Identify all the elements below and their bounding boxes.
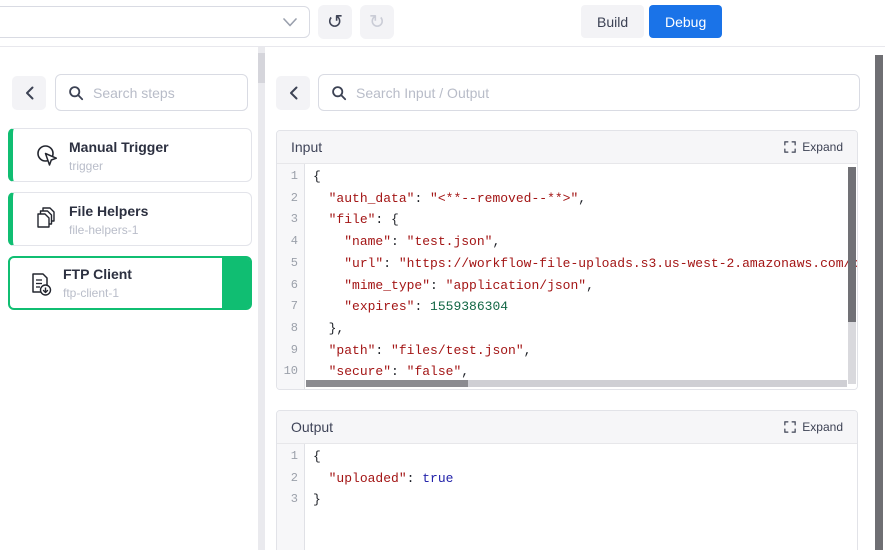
- debug-panel: Input Expand 1{2 "auth_data": "<**--remo…: [270, 47, 870, 550]
- step-subtitle: ftp-client-1: [63, 286, 132, 300]
- line-number: 6: [277, 275, 305, 297]
- line-number: 3: [277, 209, 305, 231]
- line-number: 9: [277, 340, 305, 362]
- output-code-editor: 1{2 "uploaded": true3}: [277, 444, 857, 550]
- chevron-down-icon: [283, 18, 297, 27]
- input-section: Input Expand 1{2 "auth_data": "<**--remo…: [276, 130, 858, 390]
- redo-button[interactable]: ↻: [360, 5, 394, 39]
- code-line: 2 "uploaded": true: [277, 468, 857, 490]
- code-line: 3 "file": {: [277, 209, 857, 231]
- panel-vertical-scrollbar[interactable]: [875, 55, 883, 550]
- code-line: 3}: [277, 489, 857, 511]
- chevron-left-icon: [25, 86, 34, 100]
- output-code-lines: 1{2 "uploaded": true3}: [277, 446, 857, 511]
- input-code-lines: 1{2 "auth_data": "<**--removed--**>",3 "…: [277, 166, 857, 383]
- ftp-client-icon: [27, 271, 55, 299]
- step-title: File Helpers: [69, 203, 148, 219]
- code-line: 1{: [277, 446, 857, 468]
- selected-step-indicator: [222, 258, 250, 308]
- sidebar-scrollbar[interactable]: [258, 47, 265, 550]
- input-horizontal-scrollbar-thumb[interactable]: [306, 380, 468, 387]
- line-number: 2: [277, 468, 305, 490]
- input-code-editor: 1{2 "auth_data": "<**--removed--**>",3 "…: [277, 164, 857, 389]
- workflow-version-select[interactable]: [0, 6, 310, 38]
- sidebar-collapse-button[interactable]: [12, 76, 46, 110]
- step-card-file-helpers[interactable]: File Helpers file-helpers-1: [8, 192, 252, 246]
- debug-button[interactable]: Debug: [649, 5, 722, 38]
- expand-icon: [784, 421, 796, 433]
- undo-button[interactable]: ↺: [318, 5, 352, 39]
- redo-icon: ↻: [369, 11, 385, 33]
- step-subtitle: trigger: [69, 159, 169, 173]
- step-card-ftp-client[interactable]: FTP Client ftp-client-1: [8, 256, 252, 310]
- chevron-left-icon: [289, 86, 298, 100]
- input-section-title: Input: [291, 139, 322, 155]
- panel-collapse-button[interactable]: [276, 76, 310, 110]
- code-line: 9 "path": "files/test.json",: [277, 340, 857, 362]
- line-number: 4: [277, 231, 305, 253]
- line-number: 10: [277, 361, 305, 383]
- steps-search-input[interactable]: [93, 85, 274, 101]
- step-card-manual-trigger[interactable]: Manual Trigger trigger: [8, 128, 252, 182]
- line-number: 7: [277, 296, 305, 318]
- line-number: 2: [277, 188, 305, 210]
- search-icon: [331, 85, 347, 101]
- code-line: 6 "mime_type": "application/json",: [277, 275, 857, 297]
- output-expand-button[interactable]: Expand: [784, 420, 843, 434]
- output-section-title: Output: [291, 419, 333, 435]
- manual-trigger-icon: [33, 142, 61, 170]
- line-number: 3: [277, 489, 305, 511]
- steps-sidebar: Manual Trigger trigger File Helpers file…: [0, 47, 256, 550]
- expand-label: Expand: [802, 420, 843, 434]
- expand-label: Expand: [802, 140, 843, 154]
- sidebar-scrollbar-thumb[interactable]: [258, 53, 265, 83]
- code-line: 2 "auth_data": "<**--removed--**>",: [277, 188, 857, 210]
- code-line: 1{: [277, 166, 857, 188]
- top-toolbar: ↺ ↻ Build Debug: [0, 0, 885, 47]
- input-vertical-scrollbar-thumb[interactable]: [848, 167, 856, 322]
- line-number: 1: [277, 166, 305, 188]
- build-button[interactable]: Build: [581, 5, 644, 38]
- step-title: Manual Trigger: [69, 139, 169, 155]
- step-subtitle: file-helpers-1: [69, 223, 148, 237]
- code-line: 4 "name": "test.json",: [277, 231, 857, 253]
- code-line: 8 },: [277, 318, 857, 340]
- input-vertical-scrollbar-track: [848, 322, 856, 384]
- line-number: 5: [277, 253, 305, 275]
- step-title: FTP Client: [63, 266, 132, 282]
- input-expand-button[interactable]: Expand: [784, 140, 843, 154]
- code-line: 5 "url": "https://workflow-file-uploads.…: [277, 253, 857, 275]
- io-search-input[interactable]: [356, 85, 859, 101]
- steps-search: [55, 74, 248, 111]
- io-search: [318, 74, 860, 111]
- input-horizontal-scrollbar[interactable]: [306, 380, 847, 387]
- line-number: 8: [277, 318, 305, 340]
- undo-icon: ↺: [327, 11, 343, 33]
- search-icon: [68, 85, 84, 101]
- output-section: Output Expand 1{2 "uploaded": true3}: [276, 410, 858, 550]
- line-number: 1: [277, 446, 305, 468]
- file-helpers-icon: [33, 206, 61, 234]
- code-line: 7 "expires": 1559386304: [277, 296, 857, 318]
- expand-icon: [784, 141, 796, 153]
